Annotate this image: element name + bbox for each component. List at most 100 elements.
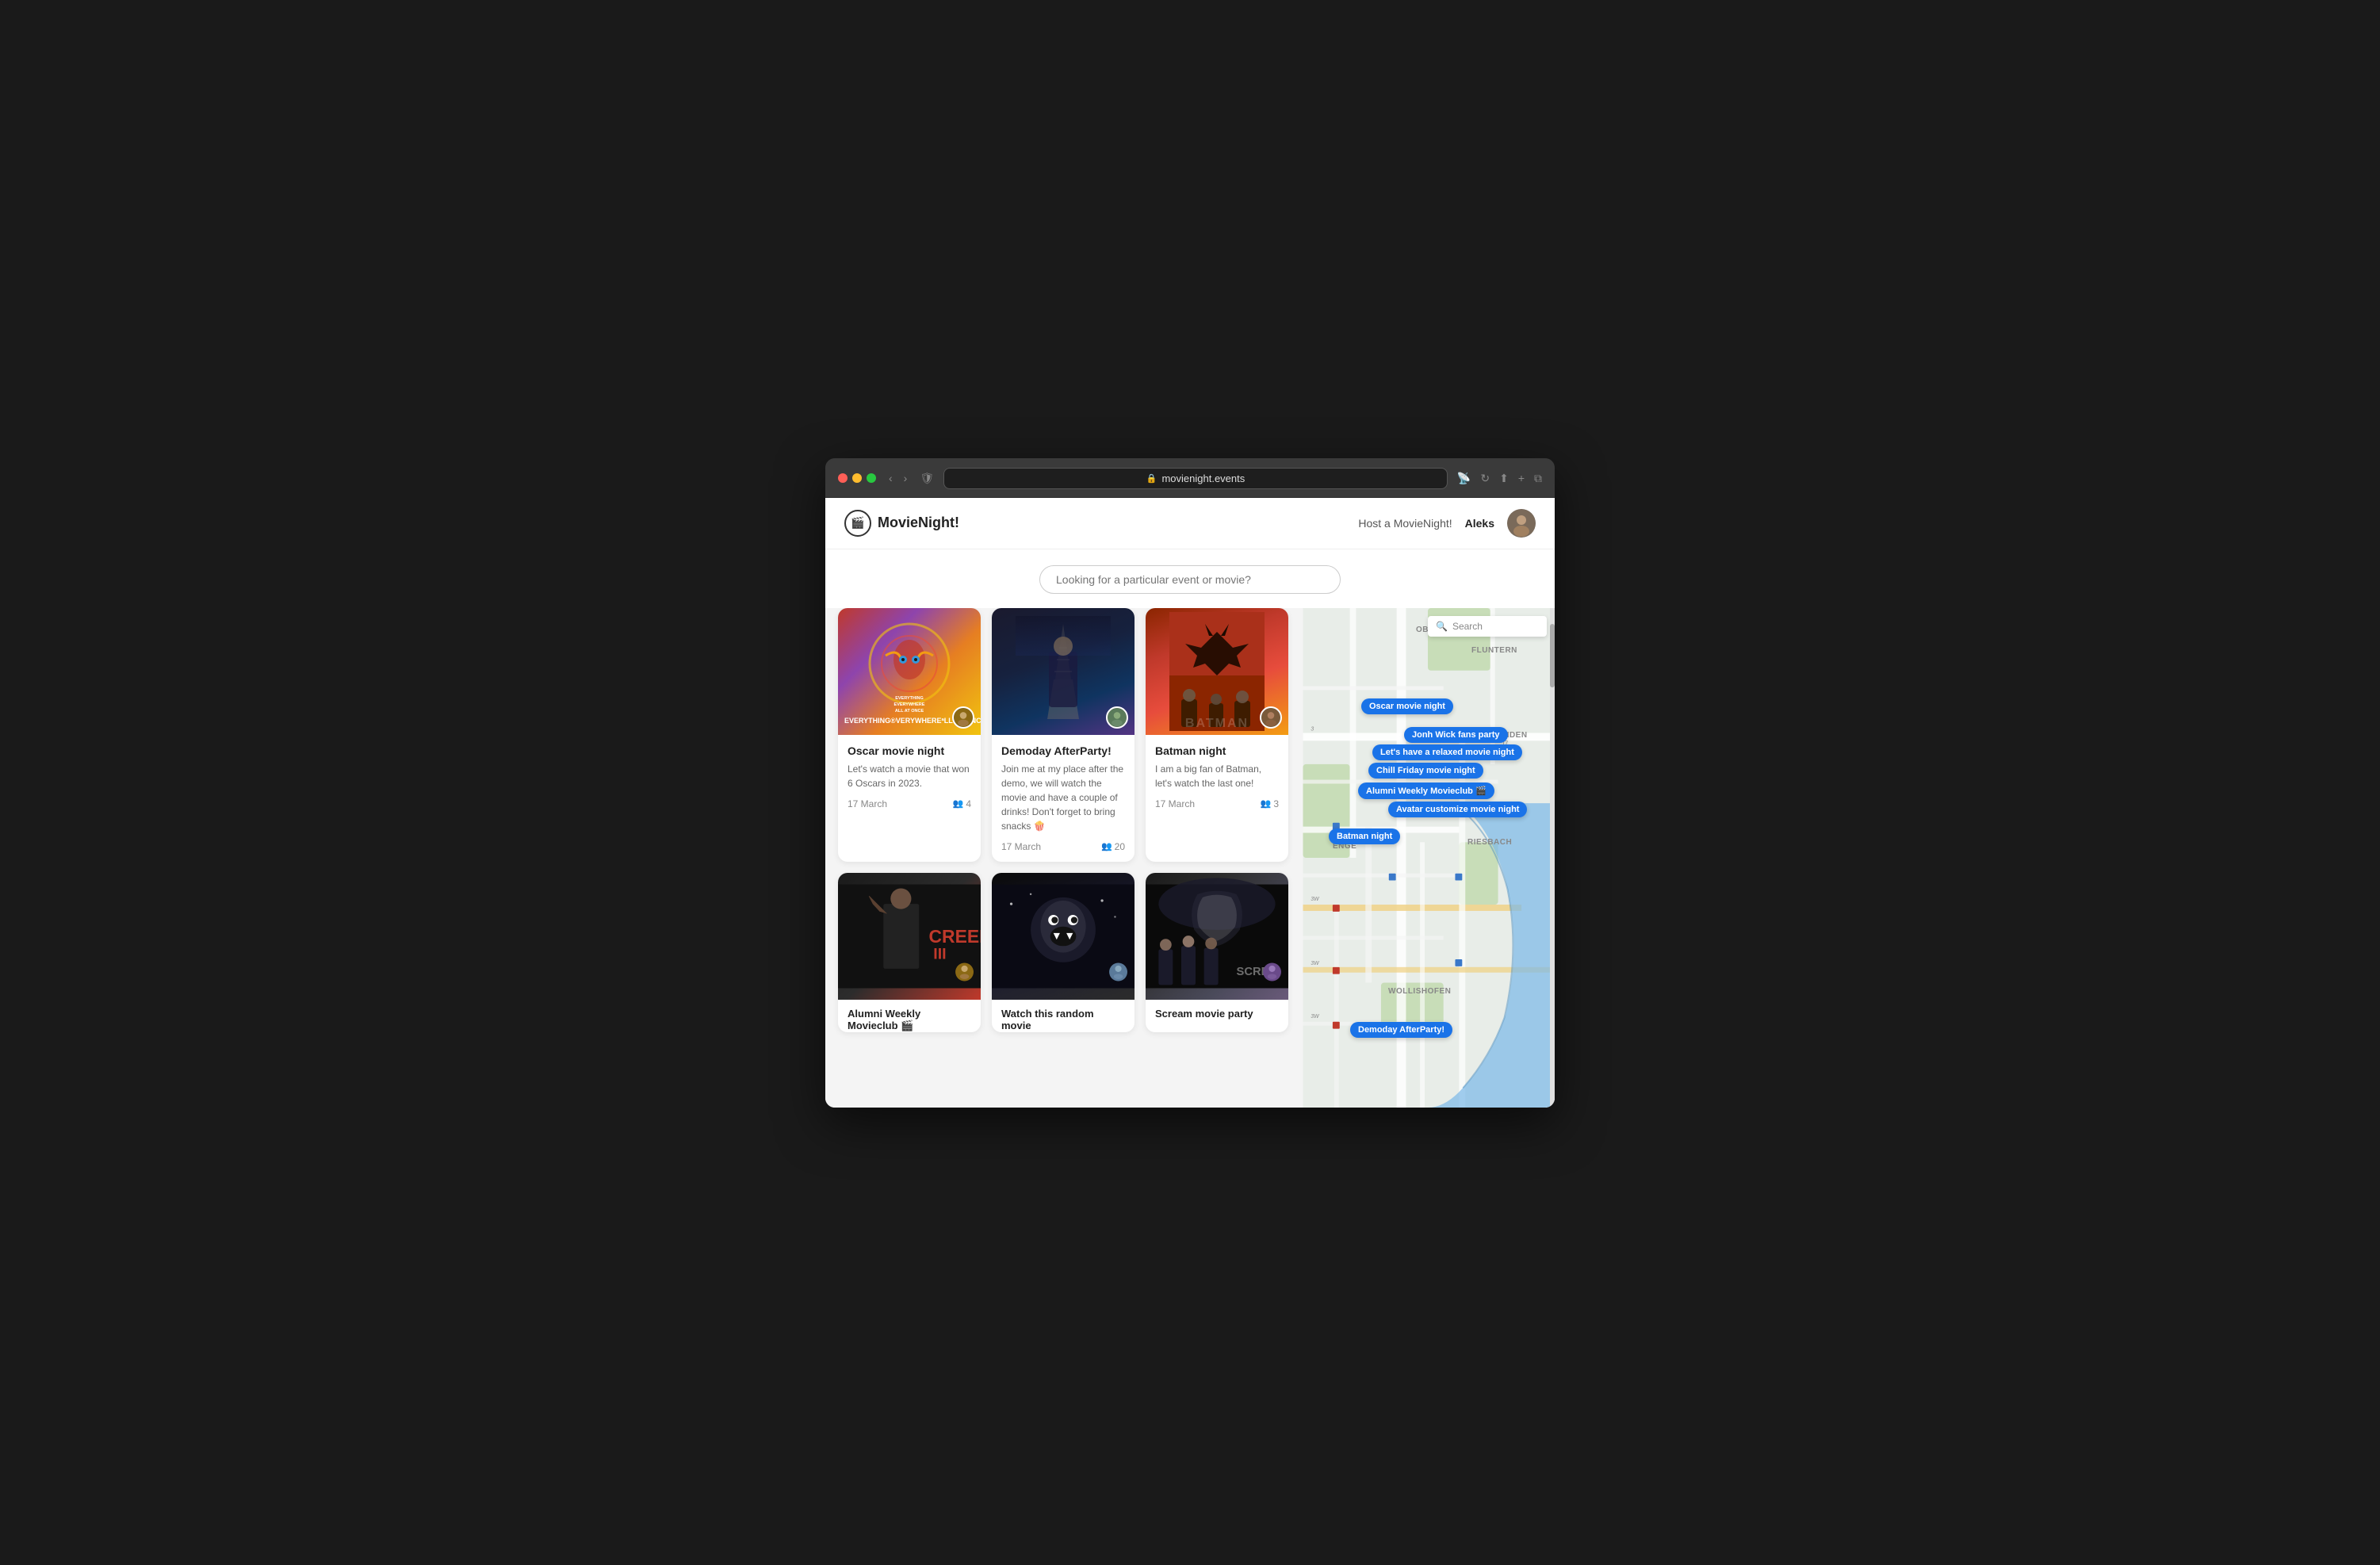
traffic-lights	[838, 473, 876, 483]
area-label-fluntern: FLUNTERN	[1471, 646, 1517, 655]
host-movienight-link[interactable]: Host a MovieNight!	[1358, 517, 1452, 530]
poster-oscar: EVERYTHING EVERYWHERE ALL AT ONCE	[838, 608, 981, 735]
navbar: 🎬 MovieNight! Host a MovieNight! Aleks	[825, 498, 1555, 549]
card-footer-batman: 17 March 👥 3	[1155, 798, 1279, 809]
map-label-avatar[interactable]: Avatar customize movie night	[1388, 802, 1527, 817]
poster-scream: SCREA	[1146, 873, 1288, 1000]
host-avatar-oscar	[952, 706, 974, 729]
card-title-random: Watch this random movie	[992, 1000, 1135, 1031]
browser-chrome: ‹ › 🛡 🔒 movienight.events 📡 ↻ ⬆ + ⧉	[825, 458, 1555, 498]
url-text: movienight.events	[1161, 473, 1245, 484]
address-bar[interactable]: 🔒 movienight.events	[943, 468, 1448, 489]
card-footer-oscar: 17 March 👥 4	[848, 798, 971, 809]
svg-text:3: 3	[1311, 726, 1314, 732]
host-avatar-demoday	[1106, 706, 1128, 729]
card-date-batman: 17 March	[1155, 798, 1195, 809]
logo[interactable]: 🎬 MovieNight!	[844, 510, 959, 537]
svg-text:BATMAN: BATMAN	[1185, 717, 1249, 730]
card-title-batman: Batman night	[1155, 744, 1279, 757]
logo-text: MovieNight!	[878, 515, 959, 531]
map-section: 3W 3W 3W 3 17 OBERSTRASS FLUNTERN HIRSLA…	[1301, 608, 1555, 1108]
card-attendees-demoday: 👥 20	[1101, 841, 1125, 852]
svg-text:3W: 3W	[1311, 897, 1320, 902]
tabs-icon[interactable]: ⧉	[1534, 472, 1542, 485]
host-avatar-batman	[1260, 706, 1282, 729]
attendee-icon: 👥	[953, 798, 964, 809]
card-footer-demoday: 17 March 👥 20	[1001, 841, 1125, 852]
movie-grid-section: EVERYTHING EVERYWHERE ALL AT ONCE	[825, 608, 1301, 1108]
svg-text:ALL AT ONCE: ALL AT ONCE	[895, 709, 924, 714]
new-tab-icon[interactable]: +	[1518, 472, 1525, 484]
nav-buttons: ‹ ›	[886, 470, 910, 486]
svg-text:3W: 3W	[1311, 1013, 1320, 1019]
poster-batman: BATMAN	[1146, 608, 1288, 735]
card-desc-demoday: Join me at my place after the demo, we w…	[1001, 762, 1125, 833]
card-title-oscar: Oscar movie night	[848, 744, 971, 757]
logo-icon: 🎬	[844, 510, 871, 537]
map-label-batman[interactable]: Batman night	[1329, 828, 1400, 844]
card-date-oscar: 17 March	[848, 798, 887, 809]
area-label-wollishofen: WOLLISHOFEN	[1388, 987, 1451, 996]
close-button[interactable]	[838, 473, 848, 483]
svg-text:EVERYTHING: EVERYTHING	[895, 696, 924, 701]
main-layout: EVERYTHING EVERYWHERE ALL AT ONCE	[825, 608, 1555, 1108]
svg-text:3W: 3W	[1311, 960, 1320, 966]
map-label-alumni[interactable]: Alumni Weekly Movieclub 🎬	[1358, 782, 1494, 799]
shield-icon: 🛡	[920, 472, 934, 485]
card-desc-batman: I am a big fan of Batman, let's watch th…	[1155, 762, 1279, 790]
movie-grid: EVERYTHING EVERYWHERE ALL AT ONCE	[838, 608, 1288, 862]
map-label-chill-friday[interactable]: Chill Friday movie night	[1368, 763, 1483, 779]
map-container: 3W 3W 3W 3 17 OBERSTRASS FLUNTERN HIRSLA…	[1301, 608, 1555, 1108]
movie-card-oscar[interactable]: EVERYTHING EVERYWHERE ALL AT ONCE	[838, 608, 981, 862]
attendee-icon-batman: 👥	[1261, 798, 1272, 809]
poster-creed: CREED III	[838, 873, 981, 1000]
map-label-relaxed[interactable]: Let's have a relaxed movie night	[1372, 744, 1522, 760]
search-input[interactable]	[1039, 565, 1341, 594]
movie-card-random[interactable]: Watch this random movie	[992, 873, 1135, 1032]
scrollbar[interactable]	[1550, 608, 1555, 1108]
card-date-demoday: 17 March	[1001, 841, 1041, 852]
browser-window: ‹ › 🛡 🔒 movienight.events 📡 ↻ ⬆ + ⧉ 🎬 Mo…	[825, 458, 1555, 1108]
bottom-row: CREED III Alumni Weekly Movieclub 🎬	[838, 873, 1288, 1032]
movie-card-demoday[interactable]: Demoday AfterParty! Join me at my place …	[992, 608, 1135, 862]
share-icon[interactable]: ⬆	[1499, 472, 1509, 485]
movie-card-batman[interactable]: BATMAN	[1146, 608, 1288, 862]
cast-icon[interactable]: 📡	[1457, 472, 1471, 485]
page-content: 🎬 MovieNight! Host a MovieNight! Aleks	[825, 498, 1555, 1108]
card-title-demoday: Demoday AfterParty!	[1001, 744, 1125, 757]
user-name: Aleks	[1465, 517, 1494, 530]
scrollbar-thumb[interactable]	[1550, 624, 1555, 687]
poster-random	[992, 873, 1135, 1000]
maximize-button[interactable]	[867, 473, 876, 483]
map-label-oscar[interactable]: Oscar movie night	[1361, 698, 1453, 714]
minimize-button[interactable]	[852, 473, 862, 483]
svg-text:EVERYWHERE: EVERYWHERE	[894, 702, 925, 707]
attendee-icon-demoday: 👥	[1101, 841, 1112, 851]
search-section	[825, 549, 1555, 608]
area-label-riesbach: RIESBACH	[1467, 838, 1512, 847]
card-body-batman: Batman night I am a big fan of Batman, l…	[1146, 735, 1288, 819]
back-button[interactable]: ‹	[886, 470, 896, 486]
card-attendees-oscar: 👥 4	[953, 798, 971, 809]
map-search-placeholder: Search	[1452, 621, 1483, 632]
browser-actions: 📡 ↻ ⬆ + ⧉	[1457, 472, 1542, 485]
refresh-icon[interactable]: ↻	[1480, 472, 1490, 485]
map-search-icon: 🔍	[1436, 621, 1448, 632]
poster-demoday	[992, 608, 1135, 735]
card-title-alumni: Alumni Weekly Movieclub 🎬	[838, 1000, 981, 1032]
card-attendees-batman: 👥 3	[1261, 798, 1279, 809]
map-label-demoday[interactable]: Demoday AfterParty!	[1350, 1022, 1452, 1038]
svg-text:CREED: CREED	[929, 926, 981, 947]
movie-card-scream[interactable]: SCREA Scream movie party	[1146, 873, 1288, 1032]
svg-text:III: III	[933, 945, 946, 962]
lock-icon: 🔒	[1146, 473, 1157, 484]
card-body-oscar: Oscar movie night Let's watch a movie th…	[838, 735, 981, 819]
card-desc-oscar: Let's watch a movie that won 6 Oscars in…	[848, 762, 971, 790]
map-label-john-wick[interactable]: Jonh Wick fans party	[1404, 727, 1508, 743]
card-title-scream: Scream movie party	[1146, 1000, 1288, 1020]
avatar[interactable]	[1507, 509, 1536, 538]
nav-right: Host a MovieNight! Aleks	[1358, 509, 1536, 538]
forward-button[interactable]: ›	[901, 470, 911, 486]
movie-card-alumni[interactable]: CREED III Alumni Weekly Movieclub 🎬	[838, 873, 981, 1032]
map-search[interactable]: 🔍 Search	[1428, 616, 1547, 637]
